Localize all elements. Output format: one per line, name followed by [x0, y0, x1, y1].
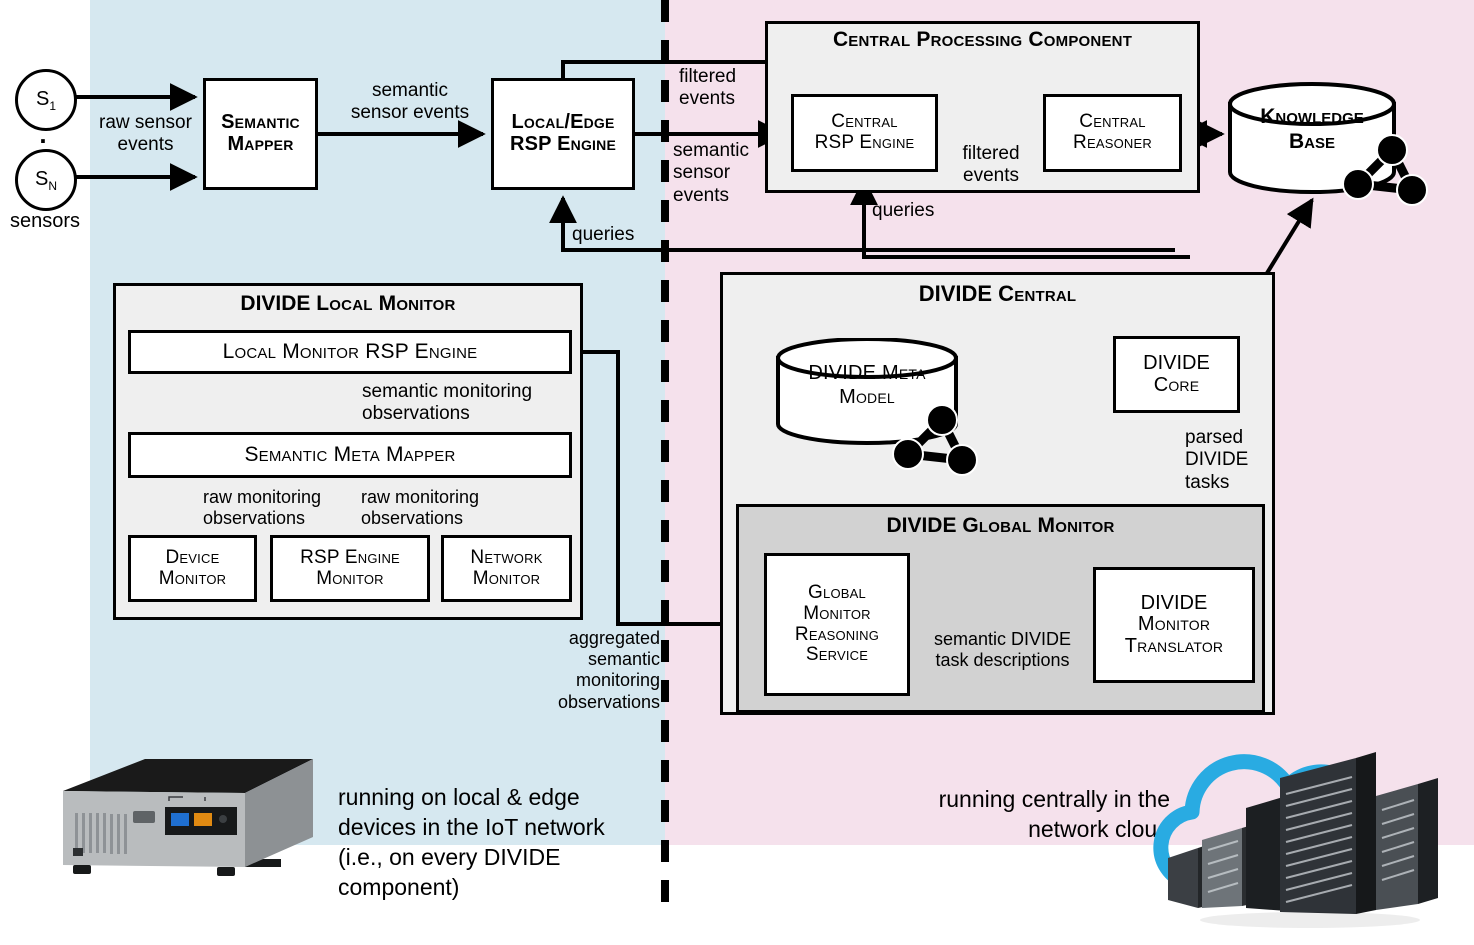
filtered-events-mid-label: filtered events [962, 143, 1020, 187]
local-edge-rsp-line1: Local/Edge [511, 111, 615, 134]
semantic-meta-mapper-node[interactable]: Semantic Meta Mapper [128, 432, 572, 478]
device-monitor-line1: Device [165, 546, 220, 568]
rsp-engine-monitor-node[interactable]: RSP Engine Monitor [270, 535, 430, 602]
semantic-mapper-line2: Mapper [227, 133, 294, 155]
semantic-mapper-line1: Semantic [221, 111, 300, 134]
aggregated-semantic-monitoring-observations-label: aggregated semantic monitoring observati… [557, 628, 660, 712]
semantic-monitoring-observations-label: semantic monitoring observations [362, 381, 533, 425]
divide-central-title: DIVIDE Central [918, 281, 1077, 306]
local-edge-rsp-engine-node[interactable]: Local/Edge RSP Engine [491, 78, 635, 190]
gmrs-line1: Global [808, 582, 866, 604]
local-edge-rsp-line2: RSP Engine [510, 133, 616, 155]
global-monitor-reasoning-service-node[interactable]: Global Monitor Reasoning Service [764, 553, 910, 696]
dmt-line1: DIVIDE [1140, 591, 1208, 614]
cloud-servers-illustration [1150, 722, 1460, 932]
dmt-line3: Translator [1124, 634, 1224, 657]
local-monitor-rsp-label: Local Monitor RSP Engine [222, 339, 478, 363]
sensor-first-label: S1 [35, 87, 57, 113]
device-monitor-line2: Monitor [158, 567, 227, 589]
device-monitor-node[interactable]: Device Monitor [128, 535, 257, 602]
sensors-group-label: sensors [9, 210, 81, 232]
sensor-last-label: SN [34, 167, 57, 193]
semantic-divide-task-descriptions-label: semantic DIVIDE task descriptions [933, 629, 1072, 671]
knowledge-base-line1: Knowledge [1260, 105, 1364, 128]
central-reasoner-node[interactable]: Central Reasoner [1043, 94, 1182, 172]
local-caption: running on local & edge devices in the I… [338, 784, 605, 900]
divide-core-line1: DIVIDE [1143, 351, 1210, 374]
semantic-meta-mapper-label: Semantic Meta Mapper [244, 442, 456, 466]
semantic-mapper-node[interactable]: Semantic Mapper [203, 78, 318, 190]
divide-global-monitor-title: DIVIDE Global Monitor [886, 514, 1115, 537]
semantic-sensor-events-central-label: semantic sensor events [673, 140, 750, 206]
central-rsp-line2: RSP Engine [814, 132, 915, 153]
rsp-engine-monitor-line2: Monitor [316, 567, 384, 589]
central-reasoner-line1: Central [1079, 111, 1146, 133]
central-rsp-engine-node[interactable]: Central RSP Engine [791, 94, 938, 172]
central-caption: running centrally in the network cloud [938, 786, 1170, 842]
gmrs-line3: Reasoning [794, 623, 880, 645]
queries-central-label: queries [872, 200, 935, 221]
central-reasoner-line2: Reasoner [1073, 132, 1152, 153]
raw-monitoring-observations-right-label: raw monitoring observations [361, 487, 480, 529]
local-monitor-rsp-engine-node[interactable]: Local Monitor RSP Engine [128, 330, 572, 374]
filtered-events-in-label: filtered events [679, 66, 737, 110]
edge-device-illustration [45, 755, 330, 895]
semantic-sensor-events-local-label: semantic sensor events [350, 80, 470, 124]
divide-core-line2: Core [1153, 373, 1200, 396]
raw-sensor-events-label: raw sensor events [99, 112, 192, 156]
divide-local-monitor-title: DIVIDE Local Monitor [240, 292, 456, 315]
dmt-line2: Monitor [1137, 613, 1211, 636]
divide-core-node[interactable]: DIVIDE Core [1113, 336, 1240, 413]
architecture-diagram: S1 ... SN sensors Semantic Mapper Local/… [0, 0, 1474, 945]
sensor-last: SN [15, 149, 77, 211]
rsp-engine-monitor-line1: RSP Engine [300, 546, 400, 568]
gmrs-line4: Service [805, 644, 869, 666]
network-monitor-line1: Network [470, 546, 543, 568]
gmrs-line2: Monitor [803, 602, 871, 624]
divide-monitor-translator-node[interactable]: DIVIDE Monitor Translator [1093, 567, 1255, 683]
parsed-divide-tasks-label: parsed DIVIDE tasks [1185, 427, 1249, 493]
network-monitor-line2: Monitor [472, 567, 541, 589]
central-processing-component-title: Central Processing Component [832, 28, 1133, 51]
divide-meta-model-line1: DIVIDE Meta [808, 362, 926, 384]
raw-monitoring-observations-left-label: raw monitoring observations [203, 487, 322, 529]
central-rsp-line1: Central [831, 111, 898, 133]
graph-nodes-icon-meta-model [890, 398, 990, 486]
queries-local-label: queries [572, 224, 635, 245]
graph-nodes-icon [1340, 128, 1440, 216]
network-monitor-node[interactable]: Network Monitor [441, 535, 572, 602]
